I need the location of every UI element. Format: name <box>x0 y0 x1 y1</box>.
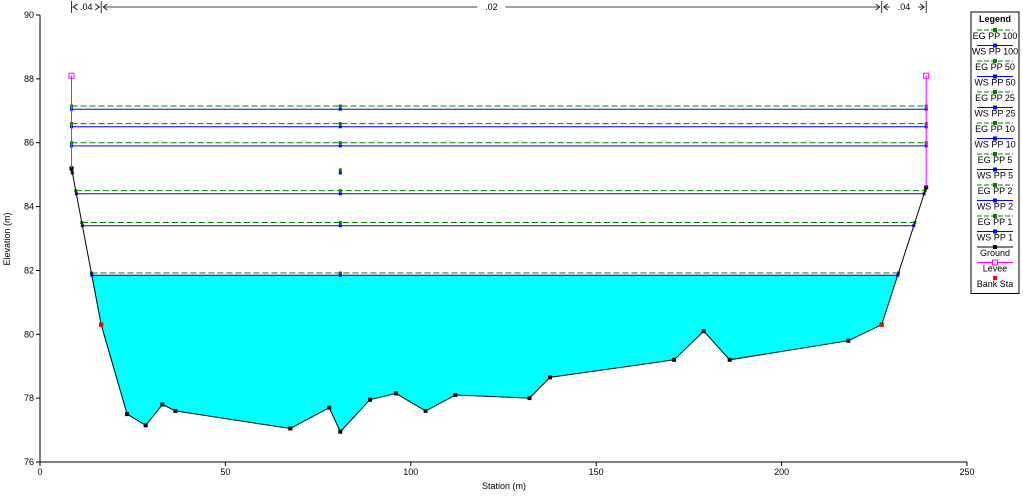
legend-item-ws-pp-1-label: WS PP 1 <box>977 233 1013 243</box>
profile-marker-eg-pp-25 <box>338 141 342 145</box>
cross-section-svg: .04 .02 .04 0 50 100 150 200 250 76 78 80 82 84 86 88 9… <box>2 1 1020 491</box>
ground-point <box>701 329 706 334</box>
profile-marker-eg-pp-50 <box>338 122 342 126</box>
y-tick-label: 76 <box>24 457 34 467</box>
x-tick-label: 0 <box>37 467 42 477</box>
legend-item-bank-sta-label: Bank Sta <box>977 279 1014 289</box>
x-tick-label: 250 <box>959 467 974 477</box>
profile-marker-eg-pp-2 <box>338 221 342 224</box>
profile-marker-ws-pp-10 <box>338 171 342 175</box>
legend-item-eg-pp-25-label: EG PP 25 <box>975 93 1015 103</box>
legend-item-eg-pp-10-label: EG PP 10 <box>975 124 1015 134</box>
bank-station-point <box>879 322 884 327</box>
legend-item-eg-pp-50-label: EG PP 50 <box>975 62 1015 72</box>
legend-item-eg-pp-2-label: EG PP 2 <box>978 186 1013 196</box>
y-axis-title: Elevation (m) <box>2 212 12 265</box>
y-tick-label: 80 <box>24 329 34 339</box>
bank-station-point <box>99 322 104 327</box>
ground-point <box>846 338 851 343</box>
profile-marker-ws-pp-2 <box>338 224 342 228</box>
legend-item-ground-label: Ground <box>980 248 1010 258</box>
y-tick-label: 86 <box>24 138 34 148</box>
cross-section-chart: .04 .02 .04 0 50 100 150 200 250 76 78 80 82 84 86 88 9… <box>0 0 1023 491</box>
manning-n-label: .04 <box>898 2 911 12</box>
y-tick-label: 84 <box>24 202 34 212</box>
y-tick-label: 82 <box>24 265 34 275</box>
profile-marker-eg-pp-5 <box>338 189 342 193</box>
ground-point <box>453 393 458 397</box>
ground-point <box>338 429 343 434</box>
water-fill-area <box>91 275 898 432</box>
plot-area: .04 .02 .04 <box>68 1 930 434</box>
ground-point <box>394 391 398 396</box>
ground-point <box>173 408 178 413</box>
y-tick-label: 78 <box>24 393 34 403</box>
ground-point <box>160 402 165 407</box>
ground-point <box>527 396 532 401</box>
legend: Legend EG PP 100 WS PP 100 EG PP 50 WS PP 50… <box>970 11 1020 294</box>
legend-item-ws-pp-2-label: WS PP 2 <box>977 202 1013 212</box>
x-tick-label: 150 <box>589 467 604 477</box>
manning-n-arrow <box>94 3 100 11</box>
x-tick-label: 50 <box>220 467 230 477</box>
profile-marker-ws-pp-5 <box>338 192 342 196</box>
legend-item-ws-pp-10-label: WS PP 10 <box>974 140 1015 150</box>
manning-n-label: .02 <box>485 2 498 12</box>
ground-point <box>727 357 732 362</box>
legend-item-eg-pp-1-label: EG PP 1 <box>978 217 1013 227</box>
ground-point <box>547 375 552 380</box>
profile-marker-eg-pp-10 <box>338 168 342 172</box>
x-tick-label: 100 <box>403 467 418 477</box>
ground-point <box>368 397 372 402</box>
y-tick-label: 90 <box>24 10 34 20</box>
profile-marker-ws-pp-25 <box>338 144 342 148</box>
x-tick-label: 200 <box>774 467 789 477</box>
manning-n-label: .04 <box>80 2 93 12</box>
legend-item-eg-pp-5-label: EG PP 5 <box>978 155 1013 165</box>
profile-marker-ws-pp-1 <box>338 273 342 277</box>
profile-marker-eg-pp-100 <box>338 104 342 108</box>
legend-item-levee-label: Levee <box>983 264 1008 274</box>
legend-item-ws-pp-50-label: WS PP 50 <box>974 78 1015 88</box>
ground-point <box>143 423 148 428</box>
profile-marker-ws-pp-100 <box>338 107 342 111</box>
profile-marker-ws-pp-50 <box>338 125 342 129</box>
legend-item-ws-pp-5-label: WS PP 5 <box>977 171 1013 181</box>
ground-point <box>423 408 428 413</box>
ground-point <box>125 412 130 417</box>
legend-title: Legend <box>979 14 1011 24</box>
ground-point <box>327 405 332 410</box>
ground-point <box>672 357 677 362</box>
x-axis-title: Station (m) <box>482 481 526 491</box>
legend-item-ws-pp-100-label: WS PP 100 <box>972 47 1018 57</box>
manning-n-arrow <box>72 3 78 11</box>
y-tick-label: 88 <box>24 74 34 84</box>
ground-point <box>288 426 293 431</box>
legend-item-eg-pp-100-label: EG PP 100 <box>973 31 1018 41</box>
legend-item-ws-pp-25-label: WS PP 25 <box>974 109 1015 119</box>
